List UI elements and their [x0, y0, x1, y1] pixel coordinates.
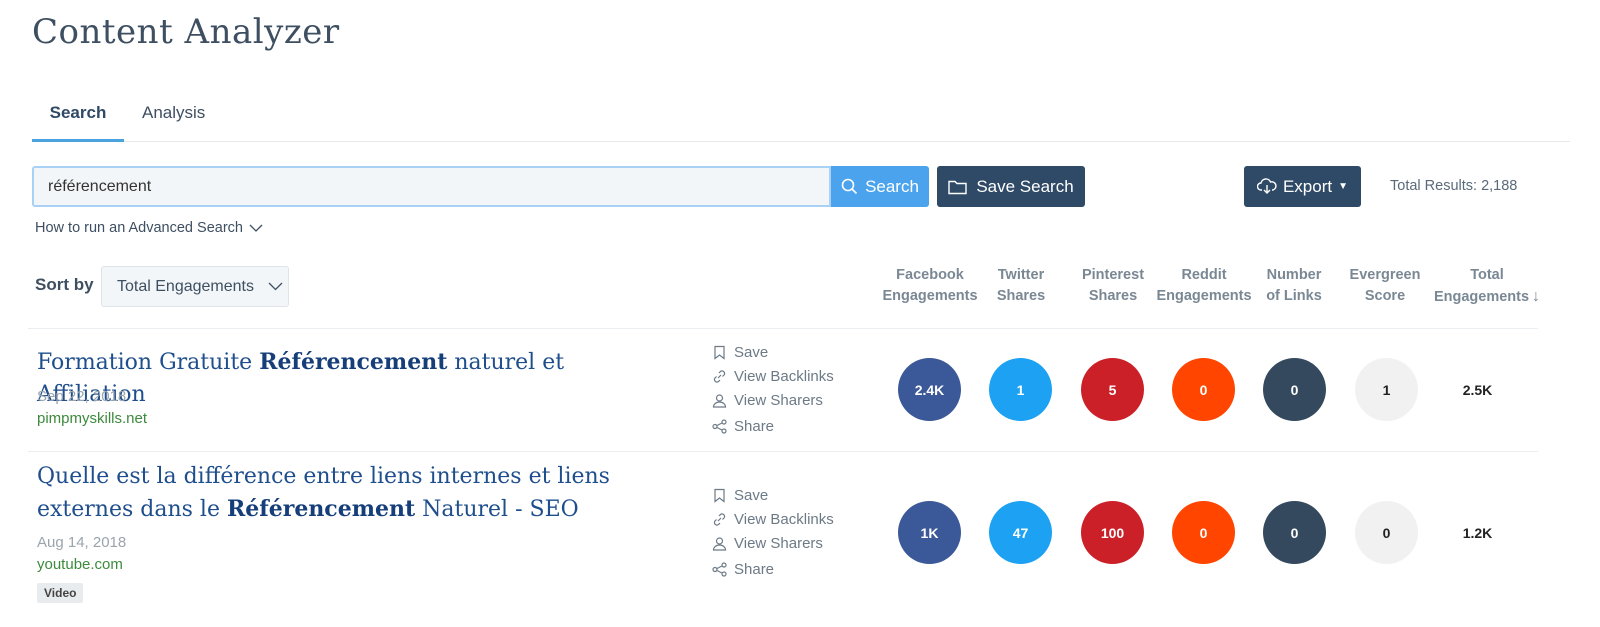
result-actions: Save View Backlinks View Sharers Share: [712, 340, 834, 438]
pinterest-shares-badge: 5: [1081, 358, 1144, 421]
view-backlinks-action[interactable]: View Backlinks: [712, 507, 834, 531]
column-header-pinterest[interactable]: Pinterest Shares: [1063, 265, 1163, 307]
divider: [28, 451, 1538, 452]
twitter-shares-badge: 47: [989, 501, 1052, 564]
chevron-down-icon: [268, 282, 283, 291]
result-actions: Save View Backlinks View Sharers Share: [712, 483, 834, 581]
view-sharers-label: View Sharers: [734, 391, 823, 409]
divider: [28, 328, 1538, 329]
sort-arrow-down-icon: ↓: [1532, 288, 1541, 305]
save-action-label: Save: [734, 486, 769, 504]
column-header-line: Pinterest: [1081, 267, 1145, 283]
column-header-evergreen[interactable]: Evergreen Score: [1335, 265, 1435, 307]
column-header-line: Engagements: [882, 288, 978, 304]
reddit-engagements-badge: 0: [1172, 501, 1235, 564]
column-header-line: Shares: [1088, 288, 1138, 304]
column-header-line: Twitter: [997, 267, 1045, 283]
tab-search[interactable]: Search: [32, 96, 124, 142]
total-results: Total Results: 2,188: [1390, 178, 1518, 194]
column-header-links[interactable]: Number of Links: [1244, 265, 1344, 307]
result-title[interactable]: Formation Gratuite Référencement naturel…: [37, 346, 677, 411]
save-search-label: Save Search: [976, 176, 1074, 196]
column-header-line: Number: [1266, 267, 1322, 283]
export-button[interactable]: Export ▼: [1244, 166, 1361, 207]
column-header-line: Engagements: [1433, 289, 1530, 305]
result-title[interactable]: Quelle est la différence entre liens int…: [37, 461, 677, 526]
column-header-line: Total: [1470, 267, 1504, 283]
advanced-search-link[interactable]: How to run an Advanced Search: [35, 220, 263, 236]
chevron-down-icon: [249, 224, 263, 232]
column-header-reddit[interactable]: Reddit Engagements: [1154, 265, 1254, 307]
sort-label: Sort by: [35, 275, 94, 294]
tab-bar: Search Analysis: [32, 96, 1570, 142]
column-header-twitter[interactable]: Twitter Shares: [971, 265, 1071, 307]
view-backlinks-label: View Backlinks: [734, 510, 834, 528]
link-icon: [713, 369, 726, 383]
number-of-links-badge: 0: [1263, 358, 1326, 421]
sort-dropdown[interactable]: Total Engagements: [101, 266, 289, 307]
column-header-line: Engagements: [1156, 288, 1252, 304]
title-keyword: Référencement: [226, 496, 416, 522]
number-of-links-badge: 0: [1263, 501, 1326, 564]
total-engagements-value: 2.5K: [1462, 381, 1493, 398]
caret-down-icon: ▼: [1338, 181, 1349, 192]
total-engagements-value: 1.2K: [1462, 524, 1493, 541]
search-icon: [841, 178, 858, 195]
advanced-search-label: How to run an Advanced Search: [35, 220, 243, 236]
view-backlinks-label: View Backlinks: [734, 367, 834, 385]
result-domain[interactable]: pimpmyskills.net: [37, 410, 147, 427]
column-header-facebook[interactable]: Facebook Engagements: [880, 265, 980, 307]
title-text: Formation Gratuite: [37, 350, 260, 375]
share-icon: [712, 561, 727, 577]
column-header-line: Reddit: [1181, 267, 1227, 283]
title-text: Naturel - SEO: [415, 497, 579, 522]
evergreen-score-badge: 1: [1355, 358, 1418, 421]
search-input[interactable]: [32, 166, 831, 207]
facebook-engagements-badge: 2.4K: [898, 358, 961, 421]
export-label: Export: [1282, 176, 1333, 196]
link-icon: [713, 512, 726, 526]
title-keyword: Référencement: [259, 349, 448, 375]
view-backlinks-action[interactable]: View Backlinks: [712, 364, 834, 388]
column-header-line: Evergreen: [1349, 267, 1421, 283]
search-button-label: Search: [865, 176, 919, 196]
share-action[interactable]: Share: [712, 557, 834, 581]
column-header-line-2: Engagements ↓: [1432, 286, 1542, 308]
column-header-line: Shares: [996, 288, 1046, 304]
save-action[interactable]: Save: [712, 340, 834, 364]
pinterest-shares-badge: 100: [1081, 501, 1144, 564]
result-date: Aug 14, 2018: [37, 534, 127, 551]
column-header-line: Facebook: [896, 267, 964, 283]
bookmark-icon: [714, 345, 725, 360]
column-header-line: of Links: [1266, 288, 1322, 304]
twitter-shares-badge: 1: [989, 358, 1052, 421]
view-sharers-label: View Sharers: [734, 534, 823, 552]
user-icon: [712, 536, 727, 551]
column-header-line: Score: [1364, 288, 1406, 304]
tab-analysis[interactable]: Analysis: [142, 96, 205, 142]
folder-icon: [948, 180, 968, 194]
cloud-download-icon: [1256, 178, 1277, 194]
video-badge: Video: [37, 583, 84, 603]
save-action[interactable]: Save: [712, 483, 834, 507]
sort-selected-value: Total Engagements: [117, 277, 254, 295]
share-icon: [712, 418, 727, 434]
share-action-label: Share: [734, 560, 775, 578]
facebook-engagements-badge: 1K: [898, 501, 961, 564]
page-title: Content Analyzer: [32, 12, 340, 52]
result-date: Sep 22, 2018: [37, 388, 127, 405]
result-domain[interactable]: youtube.com: [37, 556, 123, 573]
save-search-button[interactable]: Save Search: [937, 166, 1085, 207]
share-action[interactable]: Share: [712, 414, 834, 438]
bookmark-icon: [714, 488, 725, 503]
evergreen-score-badge: 0: [1355, 501, 1418, 564]
user-icon: [712, 393, 727, 408]
view-sharers-action[interactable]: View Sharers: [712, 531, 834, 555]
column-header-total[interactable]: Total Engagements ↓: [1432, 265, 1542, 308]
view-sharers-action[interactable]: View Sharers: [712, 388, 834, 412]
save-action-label: Save: [734, 343, 769, 361]
search-button[interactable]: Search: [831, 166, 929, 207]
share-action-label: Share: [734, 417, 775, 435]
reddit-engagements-badge: 0: [1172, 358, 1235, 421]
